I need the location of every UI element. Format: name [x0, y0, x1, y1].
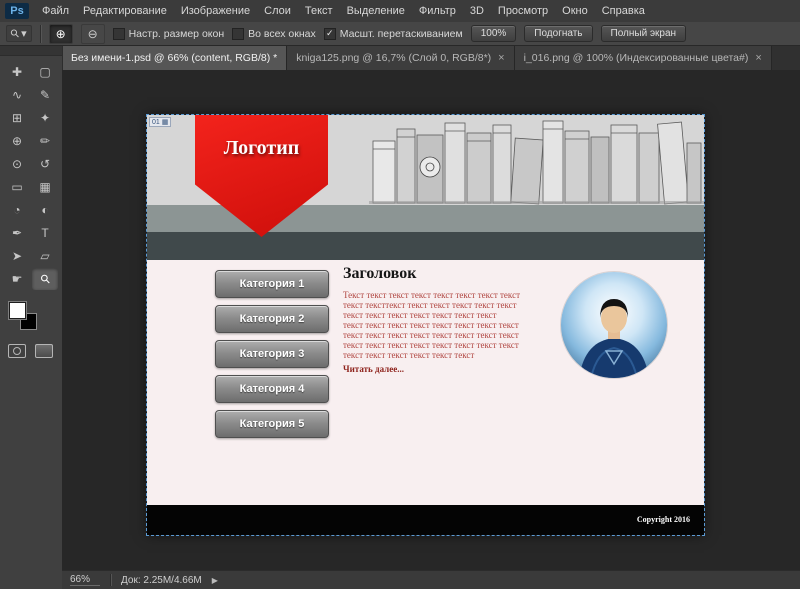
category-button-3: Категория 3: [215, 340, 329, 368]
menu-bar: Ps Файл Редактирование Изображение Слои …: [0, 0, 800, 23]
status-bar: 66% Док: 2.25M/4.66M ▶: [62, 570, 800, 589]
zoom-out-button[interactable]: ⊖: [80, 23, 105, 44]
menu-help[interactable]: Справка: [595, 0, 652, 22]
menu-file[interactable]: Файл: [35, 0, 76, 22]
pen-tool[interactable]: ✒: [4, 222, 30, 244]
category-button-1: Категория 1: [215, 270, 329, 298]
checkbox-checked-icon: ✓: [323, 27, 336, 40]
quick-select-tool[interactable]: ✎: [32, 84, 58, 106]
zoom-all-windows-checkbox[interactable]: Во всех окнах: [232, 27, 316, 40]
gradient-tool[interactable]: ▦: [32, 176, 58, 198]
fit-screen-button[interactable]: Подогнать: [524, 25, 593, 42]
menu-filter[interactable]: Фильтр: [412, 0, 463, 22]
menu-select[interactable]: Выделение: [340, 0, 412, 22]
brush-tool[interactable]: ✏: [32, 130, 58, 152]
tab-i016[interactable]: i_016.png @ 100% (Индексированные цвета#…: [514, 46, 772, 70]
menu-window[interactable]: Окно: [555, 0, 595, 22]
quick-mask-icon[interactable]: [8, 344, 26, 358]
checkbox-icon: [112, 27, 125, 40]
tab-untitled-psd[interactable]: Без имени-1.psd @ 66% (content, RGB/8) *: [62, 46, 288, 70]
tools-grid: ✚ ▢ ∿ ✎ ⊞ ✦ ⊕ ✏ ⊙ ↺ ▭ ▦ ◔ ◐ ✒ T ➤ ▱ ☛ ⚲: [0, 61, 62, 290]
photoshop-logo: Ps: [5, 3, 29, 19]
lasso-tool[interactable]: ∿: [4, 84, 30, 106]
tools-panel-header[interactable]: [0, 46, 62, 56]
marquee-tool[interactable]: ▢: [32, 61, 58, 83]
canvas-area[interactable]: Логотип 01 ▦ Категория 1 Категория 2 Кат…: [62, 70, 800, 570]
close-icon[interactable]: ×: [498, 52, 504, 64]
menu-3d[interactable]: 3D: [463, 0, 491, 22]
menu-view[interactable]: Просмотр: [491, 0, 555, 22]
read-more-link: Читать далее...: [343, 364, 404, 374]
document-tabs: Без имени-1.psd @ 66% (content, RGB/8) *…: [62, 46, 800, 70]
site-footer: Copyright 2016: [147, 505, 704, 535]
tool-preset-picker[interactable]: ⚲ ▾: [6, 25, 32, 42]
books-illustration: [369, 120, 704, 205]
fill-screen-button[interactable]: Полный экран: [600, 25, 687, 42]
nav-dark-band: [147, 232, 704, 260]
healing-brush-tool[interactable]: ⊕: [4, 130, 30, 152]
zoom-level-field[interactable]: 66%: [70, 574, 100, 586]
foreground-color-swatch[interactable]: [9, 302, 26, 319]
checkbox-icon: [232, 27, 245, 40]
color-swatches: [9, 302, 39, 332]
menu-layers[interactable]: Слои: [257, 0, 298, 22]
clone-stamp-tool[interactable]: ⊙: [4, 153, 30, 175]
zoom-in-button[interactable]: ⊕: [48, 23, 73, 44]
category-button-4: Категория 4: [215, 375, 329, 403]
toolbar-bottom-icons: [8, 344, 53, 358]
zoom-tool-icon: ⚲: [36, 270, 54, 288]
menu-edit[interactable]: Редактирование: [76, 0, 174, 22]
slice-badge: 01 ▦: [149, 117, 172, 127]
history-brush-tool[interactable]: ↺: [32, 153, 58, 175]
document-canvas[interactable]: Логотип 01 ▦ Категория 1 Категория 2 Кат…: [146, 114, 705, 536]
tools-panel: ✚ ▢ ∿ ✎ ⊞ ✦ ⊕ ✏ ⊙ ↺ ▭ ▦ ◔ ◐ ✒ T ➤ ▱ ☛ ⚲: [0, 46, 63, 589]
slice-grid-icon: ▦: [161, 119, 169, 126]
screen-mode-icon[interactable]: [35, 344, 53, 358]
close-icon[interactable]: ×: [755, 52, 761, 64]
crop-tool[interactable]: ⊞: [4, 107, 30, 129]
resize-windows-checkbox[interactable]: Настр. размер окон: [112, 27, 224, 40]
category-button-5: Категория 5: [215, 410, 329, 438]
article-body: Текст текст текст текст текст текст текс…: [343, 290, 521, 360]
options-bar: ⚲ ▾ ⊕ ⊖ Настр. размер окон Во всех окнах…: [0, 22, 800, 46]
eyedropper-tool[interactable]: ✦: [32, 107, 58, 129]
zoom-tool[interactable]: ⚲: [32, 268, 58, 290]
actual-pixels-button[interactable]: 100%: [470, 25, 517, 42]
status-options-arrow[interactable]: ▶: [212, 576, 218, 585]
path-select-tool[interactable]: ➤: [4, 245, 30, 267]
chevron-down-icon: ▾: [21, 28, 27, 40]
separator: [110, 574, 111, 586]
photoshop-window: Ps Файл Редактирование Изображение Слои …: [0, 0, 800, 589]
eraser-tool[interactable]: ▭: [4, 176, 30, 198]
superman-photo: [561, 272, 667, 378]
hand-tool[interactable]: ☛: [4, 268, 30, 290]
article-heading: Заголовок: [343, 265, 417, 282]
dodge-tool[interactable]: ◐: [32, 199, 58, 221]
category-button-2: Категория 2: [215, 305, 329, 333]
menu-image[interactable]: Изображение: [174, 0, 257, 22]
scrubby-zoom-checkbox[interactable]: ✓ Масшт. перетаскиванием: [323, 27, 463, 40]
menu-type[interactable]: Текст: [298, 0, 340, 22]
move-tool[interactable]: ✚: [4, 61, 30, 83]
document-size-info[interactable]: Док: 2.25M/4.66M: [121, 575, 202, 586]
type-tool[interactable]: T: [32, 222, 58, 244]
blur-tool[interactable]: ◔: [4, 199, 30, 221]
separator: [39, 24, 41, 43]
tab-kniga125[interactable]: kniga125.png @ 16,7% (Слой 0, RGB/8*) ×: [287, 46, 515, 70]
shape-tool[interactable]: ▱: [32, 245, 58, 267]
